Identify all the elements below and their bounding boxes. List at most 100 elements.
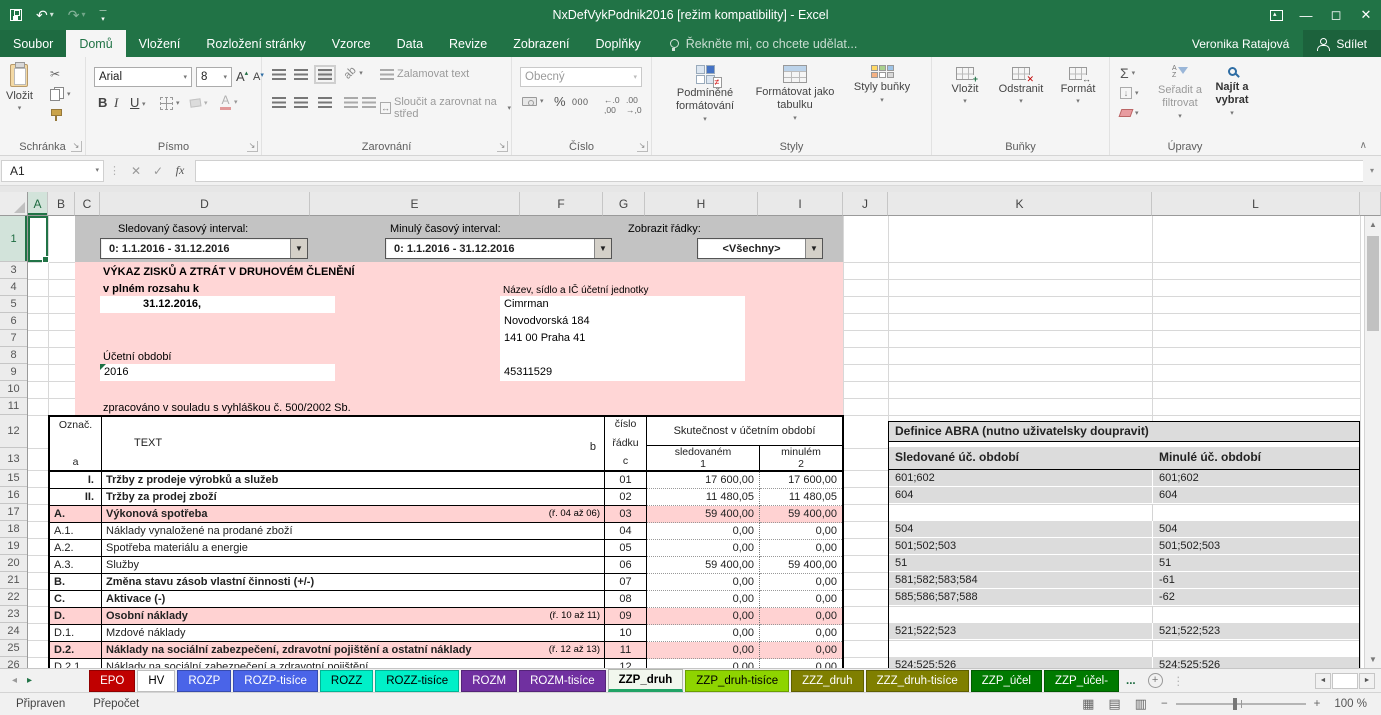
abra-row[interactable]: 604604 bbox=[889, 487, 1359, 504]
vertical-scroll-thumb[interactable] bbox=[1367, 236, 1379, 331]
zoom-in-icon[interactable]: + bbox=[1314, 698, 1321, 710]
decrease-indent-icon[interactable] bbox=[344, 97, 358, 108]
abra-row[interactable]: 524;525;526524;525;526 bbox=[889, 657, 1359, 668]
tab-soubor[interactable]: Soubor bbox=[0, 30, 66, 57]
cancel-entry-icon[interactable]: ✕ bbox=[125, 164, 147, 178]
row-header-18[interactable]: 18 bbox=[0, 521, 27, 538]
format-painter-icon[interactable] bbox=[50, 109, 62, 122]
row-header-21[interactable]: 21 bbox=[0, 572, 27, 589]
row-header-17[interactable]: 17 bbox=[0, 504, 27, 521]
observed-interval-dropdown[interactable]: 0: 1.1.2016 - 31.12.2016 ▼ bbox=[100, 238, 308, 259]
italic-icon[interactable]: I bbox=[114, 95, 118, 111]
normal-view-icon[interactable]: ▦ bbox=[1082, 696, 1094, 712]
conditional-formatting-button[interactable]: ≠ Podmíněné formátování ▾ bbox=[662, 65, 748, 123]
confirm-entry-icon[interactable]: ✓ bbox=[147, 164, 169, 178]
align-middle-icon[interactable] bbox=[294, 69, 308, 80]
row-header-4[interactable]: 4 bbox=[0, 279, 27, 296]
redo-icon[interactable]: ↷▾ bbox=[68, 8, 86, 22]
insert-cells-button[interactable]: + Vložit ▾ bbox=[942, 67, 988, 105]
row-header-13[interactable]: 13 bbox=[0, 448, 27, 470]
clipboard-dialog-launcher-icon[interactable]: ↘ bbox=[71, 141, 82, 152]
orientation-icon[interactable]: ab▾ bbox=[344, 67, 363, 79]
tab-doplnky[interactable]: Doplňky bbox=[583, 30, 654, 57]
sheet-tab-zzp-ucel[interactable]: ZZP_účel bbox=[971, 670, 1042, 692]
row-header-12[interactable]: 12 bbox=[0, 415, 27, 448]
delete-cells-button[interactable]: ✕ Odstranit ▾ bbox=[992, 67, 1050, 105]
row-header-11[interactable]: 11 bbox=[0, 398, 27, 415]
column-header-E[interactable]: E bbox=[310, 192, 520, 216]
collapse-ribbon-icon[interactable]: ∧ bbox=[1360, 140, 1367, 151]
tab-domu[interactable]: Domů bbox=[66, 30, 125, 57]
period-cell[interactable]: 2016 bbox=[100, 364, 335, 381]
row-header-1[interactable]: 1 bbox=[0, 216, 27, 262]
page-break-view-icon[interactable]: ▥ bbox=[1135, 696, 1147, 712]
scroll-down-icon[interactable]: ▼ bbox=[1365, 651, 1381, 668]
table-row[interactable]: D.2.1. Náklady na sociální zabezpečení a… bbox=[50, 659, 842, 668]
column-header-G[interactable]: G bbox=[603, 192, 645, 216]
column-header-B[interactable]: B bbox=[48, 192, 75, 216]
column-header-J[interactable]: J bbox=[843, 192, 888, 216]
tab-vlozeni[interactable]: Vložení bbox=[126, 30, 194, 57]
report-date-cell[interactable]: 31.12.2016, bbox=[100, 296, 335, 313]
merge-center-button[interactable]: ↔ Sloučit a zarovnat na střed▾ bbox=[380, 96, 511, 120]
undo-icon[interactable]: ↶▾ bbox=[36, 8, 54, 22]
table-row[interactable]: D.2. Náklady na sociální zabezpečení, zd… bbox=[50, 642, 842, 659]
sheet-tab-rozz[interactable]: ROZZ bbox=[320, 670, 373, 692]
table-row[interactable]: D. Osobní náklady(ř. 10 až 11) 09 0,00 0… bbox=[50, 608, 842, 625]
increase-indent-icon[interactable] bbox=[362, 97, 376, 108]
column-header-A[interactable]: A bbox=[28, 192, 48, 216]
font-dialog-launcher-icon[interactable]: ↘ bbox=[247, 141, 258, 152]
tab-revize[interactable]: Revize bbox=[436, 30, 500, 57]
column-header-H[interactable]: H bbox=[645, 192, 758, 216]
accounting-format-icon[interactable]: ▾ bbox=[522, 97, 544, 106]
table-row[interactable]: I. Tržby z prodeje výrobků a služeb 01 1… bbox=[50, 472, 842, 489]
underline-icon[interactable]: U bbox=[130, 95, 139, 110]
show-rows-dropdown[interactable]: <Všechny> ▼ bbox=[697, 238, 823, 259]
sheet-tab-rozp[interactable]: ROZP bbox=[177, 670, 231, 692]
number-dialog-launcher-icon[interactable]: ↘ bbox=[637, 141, 648, 152]
cells-canvas[interactable]: Sledovaný časový interval: 0: 1.1.2016 -… bbox=[28, 216, 1364, 668]
number-format-select[interactable]: Obecný▾ bbox=[520, 67, 642, 87]
sheet-tab-zzp-druh[interactable]: ZZP_druh bbox=[608, 669, 684, 692]
abra-row[interactable] bbox=[889, 504, 1359, 521]
tab-vzorce[interactable]: Vzorce bbox=[319, 30, 384, 57]
find-select-button[interactable]: Najít a vybrat ▾ bbox=[1210, 65, 1254, 117]
underline-dropdown-icon[interactable]: ▾ bbox=[142, 101, 146, 108]
tab-zobrazeni[interactable]: Zobrazení bbox=[500, 30, 582, 57]
entity-box[interactable]: Cimrman Novodvorská 184 141 00 Praha 41 … bbox=[500, 296, 745, 381]
minimize-icon[interactable]: — bbox=[1291, 0, 1321, 30]
column-header-F[interactable]: F bbox=[520, 192, 603, 216]
abra-row[interactable]: 504504 bbox=[889, 521, 1359, 538]
selected-cell-a1[interactable] bbox=[28, 216, 48, 262]
sheet-tab-zzz-druh[interactable]: ZZZ_druh bbox=[791, 670, 864, 692]
sheet-tab-hv[interactable]: HV bbox=[137, 670, 175, 692]
formula-input[interactable] bbox=[195, 160, 1363, 182]
row-header-6[interactable]: 6 bbox=[0, 313, 27, 330]
customize-quick-access-icon[interactable]: —▾ bbox=[100, 7, 107, 23]
row-header-20[interactable]: 20 bbox=[0, 555, 27, 572]
column-header-K[interactable]: K bbox=[888, 192, 1152, 216]
sheet-tab-epo[interactable]: EPO bbox=[89, 670, 135, 692]
close-icon[interactable]: ✕ bbox=[1351, 0, 1381, 30]
increase-decimal-icon[interactable]: ←.0,00 bbox=[604, 95, 620, 115]
abra-row[interactable]: 601;602601;602 bbox=[889, 470, 1359, 487]
row-header-10[interactable]: 10 bbox=[0, 381, 27, 398]
zoom-level[interactable]: 100 % bbox=[1334, 698, 1367, 710]
scroll-left-icon[interactable]: ◄ bbox=[1315, 673, 1331, 689]
more-sheets-indicator[interactable]: ... bbox=[1120, 669, 1142, 692]
clear-icon[interactable]: ▾ bbox=[1120, 109, 1139, 117]
column-header-L[interactable]: L bbox=[1152, 192, 1360, 216]
fill-color-icon[interactable]: ▾ bbox=[190, 99, 208, 107]
cell-styles-button[interactable]: Styly buňky ▾ bbox=[844, 65, 920, 104]
zoom-slider[interactable] bbox=[1176, 703, 1306, 705]
align-right-icon[interactable] bbox=[318, 97, 332, 108]
tab-data[interactable]: Data bbox=[384, 30, 436, 57]
fill-icon[interactable]: ↓▾ bbox=[1120, 87, 1139, 99]
expand-formula-bar-icon[interactable]: ▾ bbox=[1363, 166, 1381, 175]
ribbon-display-options-icon[interactable] bbox=[1261, 0, 1291, 30]
prev-sheet-icon[interactable]: ◂ bbox=[12, 675, 17, 686]
font-color-icon[interactable]: A▾ bbox=[220, 94, 238, 110]
zoom-slider-thumb[interactable] bbox=[1233, 698, 1237, 710]
sheet-tab-zzp-druh-tisice[interactable]: ZZP_druh-tisíce bbox=[685, 670, 789, 692]
share-button[interactable]: Sdílet bbox=[1303, 30, 1381, 57]
